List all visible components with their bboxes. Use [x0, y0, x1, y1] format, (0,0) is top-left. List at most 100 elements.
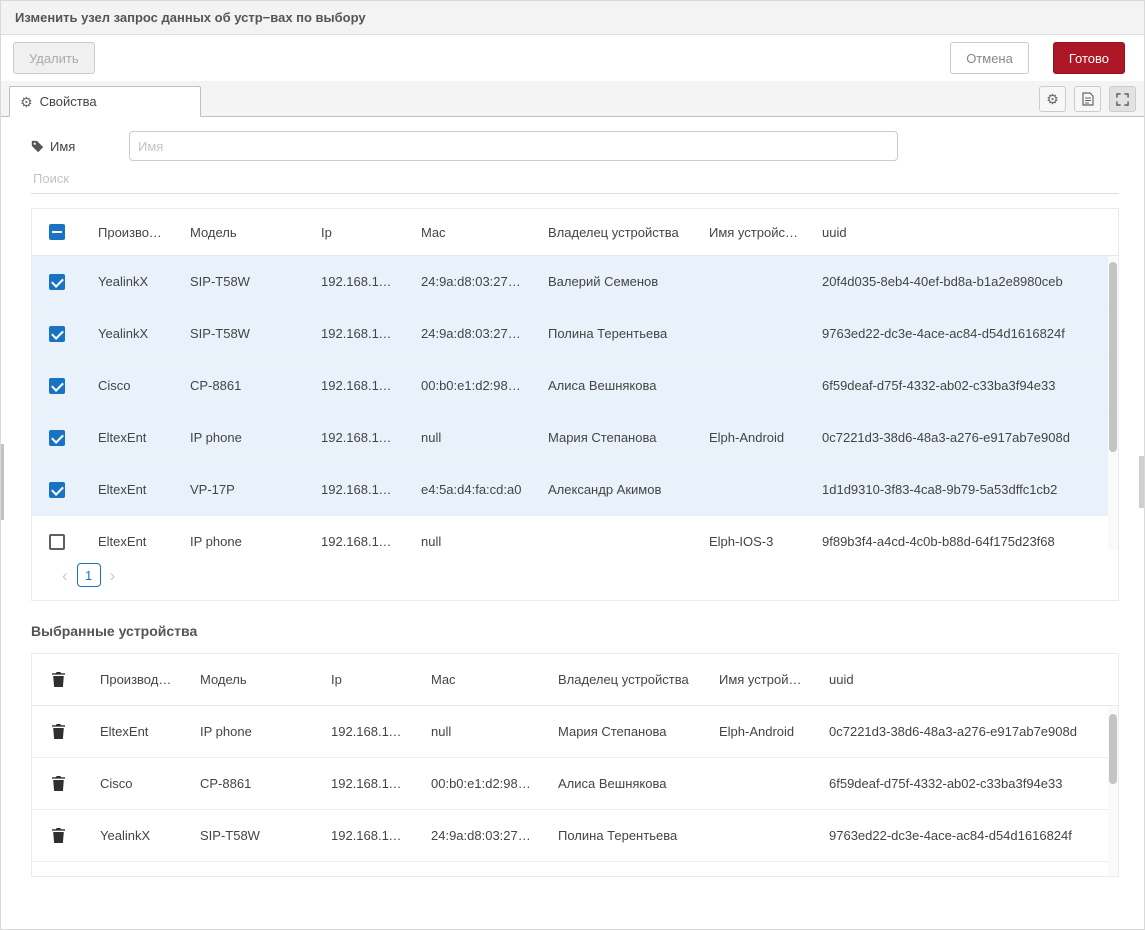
column-header-ip: Ip	[305, 225, 405, 240]
cell-mac: 24:9a:d8:03:27:10	[405, 274, 532, 289]
selected-table-body: EltexEnt IP phone 192.168.11… null Мария…	[32, 706, 1118, 876]
cell-owner: Мария Степанова	[532, 430, 693, 445]
tag-icon	[31, 140, 44, 153]
cell-ip: 192.168.11…	[315, 724, 415, 739]
tab-properties[interactable]: ⚙ Свойства	[9, 86, 201, 117]
dialog-toolbar: Удалить Отмена Готово	[1, 35, 1144, 81]
cell-vendor: YealinkX	[82, 274, 174, 289]
table-row[interactable]: Cisco CP-8861 192.168.11… 00:b0:e1:d2:98…	[32, 360, 1118, 412]
cell-model: IP phone	[184, 724, 315, 739]
cell-model: IP phone	[174, 534, 305, 549]
scrollbar-thumb[interactable]	[1109, 262, 1117, 452]
cell-owner: Алиса Вешнякова	[542, 776, 703, 791]
row-checkbox[interactable]	[49, 274, 65, 290]
table-row[interactable]: EltexEnt IP phone 192.168.11… null Elph-…	[32, 516, 1118, 550]
cell-uuid: 1d1d9310-3f83-4ca8-9b79-5a53dffc1cb2	[806, 482, 1118, 497]
cell-owner: Валерий Семенов	[532, 274, 693, 289]
dialog-title: Изменить узел запрос данных об устр−вах …	[15, 10, 366, 25]
cell-mac: null	[405, 534, 532, 549]
cell-owner: Александр Акимов	[532, 482, 693, 497]
table-row: EltexEnt IP phone 192.168.11… null Мария…	[32, 706, 1118, 758]
cell-ip: 192.168.11…	[305, 378, 405, 393]
select-all-checkbox[interactable]	[49, 224, 65, 240]
row-checkbox[interactable]	[49, 378, 65, 394]
selected-devices-title: Выбранные устройства	[31, 623, 1119, 639]
delete-row-button[interactable]	[52, 828, 65, 843]
table-row[interactable]: YealinkX SIP-T58W 192.168.11… 24:9a:d8:0…	[32, 308, 1118, 360]
cell-vendor: YealinkX	[84, 828, 184, 843]
name-field-label-wrap: Имя	[31, 139, 129, 154]
devices-table-body: YealinkX SIP-T58W 192.168.11… 24:9a:d8:0…	[32, 256, 1118, 550]
settings-button[interactable]: ⚙	[1039, 86, 1066, 112]
cell-model: SIP-T58W	[174, 274, 305, 289]
cell-model: IP phone	[174, 430, 305, 445]
cell-ip: 192.168.11…	[305, 482, 405, 497]
delete-row-button[interactable]	[52, 776, 65, 791]
row-checkbox[interactable]	[49, 430, 65, 446]
column-header-device-name: Имя устройства	[693, 225, 806, 240]
row-checkbox[interactable]	[49, 534, 65, 550]
tab-properties-label: Свойства	[40, 94, 97, 109]
pagination-prev[interactable]: ‹	[62, 567, 68, 584]
column-header-uuid: uuid	[806, 225, 1118, 240]
column-header-model: Модель	[174, 225, 305, 240]
cell-ip: 192.168.11…	[305, 326, 405, 341]
expand-button[interactable]	[1109, 86, 1136, 112]
trash-icon	[52, 776, 65, 791]
cancel-button[interactable]: Отмена	[950, 42, 1029, 74]
name-input[interactable]	[129, 131, 898, 161]
cell-vendor: EltexEnt	[82, 534, 174, 549]
cell-owner: Мария Степанова	[542, 724, 703, 739]
cell-model: CP-8861	[184, 776, 315, 791]
description-button[interactable]	[1074, 86, 1101, 112]
row-checkbox[interactable]	[49, 326, 65, 342]
cell-device-name: Elph-Android	[693, 430, 806, 445]
column-header-model: Модель	[184, 672, 315, 687]
pagination-next[interactable]: ›	[110, 567, 116, 584]
trash-icon	[52, 724, 65, 739]
selected-table-header: Производит… Модель Ip Mac Владелец устро…	[32, 654, 1118, 706]
devices-table-header: Производит… Модель Ip Mac Владелец устро…	[32, 209, 1118, 256]
table-row[interactable]: YealinkX SIP-T58W 192.168.11… 24:9a:d8:0…	[32, 256, 1118, 308]
cell-model: CP-8861	[174, 378, 305, 393]
table-row[interactable]: EltexEnt IP phone 192.168.11… null Мария…	[32, 412, 1118, 464]
column-header-mac: Mac	[405, 225, 532, 240]
column-header-device-name: Имя устройства	[703, 672, 813, 687]
trash-icon	[52, 672, 65, 687]
column-header-owner: Владелец устройства	[542, 672, 703, 687]
cell-owner: Полина Терентьева	[542, 828, 703, 843]
cell-mac: 00:b0:e1:d2:98:79	[405, 378, 532, 393]
scrollbar-thumb[interactable]	[1109, 714, 1117, 784]
panel-scrollbar-left[interactable]	[1, 444, 4, 520]
cell-mac: null	[415, 724, 542, 739]
cell-uuid: 6f59deaf-d75f-4332-ab02-c33ba3f94e33	[813, 776, 1118, 791]
cell-vendor: YealinkX	[82, 326, 174, 341]
cell-ip: 192.168.11…	[305, 274, 405, 289]
delete-button[interactable]: Удалить	[13, 42, 95, 74]
cell-vendor: EltexEnt	[82, 430, 174, 445]
pagination-page[interactable]: 1	[77, 563, 101, 587]
cell-uuid: 9763ed22-dc3e-4ace-ac84-d54d1616824f	[806, 326, 1118, 341]
delete-row-button[interactable]	[52, 724, 65, 739]
row-checkbox[interactable]	[49, 482, 65, 498]
document-icon	[1082, 92, 1094, 106]
gear-icon: ⚙	[1046, 92, 1059, 106]
cell-vendor: EltexEnt	[84, 724, 184, 739]
cell-mac: null	[405, 430, 532, 445]
column-header-vendor: Производит…	[84, 672, 184, 687]
cell-vendor: Cisco	[84, 776, 184, 791]
selected-devices-table: Производит… Модель Ip Mac Владелец устро…	[31, 653, 1119, 877]
cell-mac: 00:b0:e1:d2:98:79	[415, 776, 542, 791]
done-button[interactable]: Готово	[1053, 42, 1125, 74]
table-row[interactable]: EltexEnt VP-17P 192.168.11… e4:5a:d4:fa:…	[32, 464, 1118, 516]
delete-all-button[interactable]	[52, 672, 65, 687]
expand-icon	[1116, 93, 1129, 106]
pagination: ‹ 1 ›	[32, 550, 1118, 600]
panel-scrollbar-right[interactable]	[1139, 456, 1144, 508]
search-input[interactable]	[31, 169, 1119, 188]
cell-uuid: 0c7221d3-38d6-48a3-a276-e917ab7e908d	[806, 430, 1118, 445]
cell-mac: 24:9a:d8:03:27:79	[405, 326, 532, 341]
cell-mac: e4:5a:d4:fa:cd:a0	[405, 482, 532, 497]
cell-device-name: Elph-IOS-3	[693, 534, 806, 549]
dialog-content: Имя Производит… Модель Ip Mac Владелец у…	[1, 117, 1144, 877]
